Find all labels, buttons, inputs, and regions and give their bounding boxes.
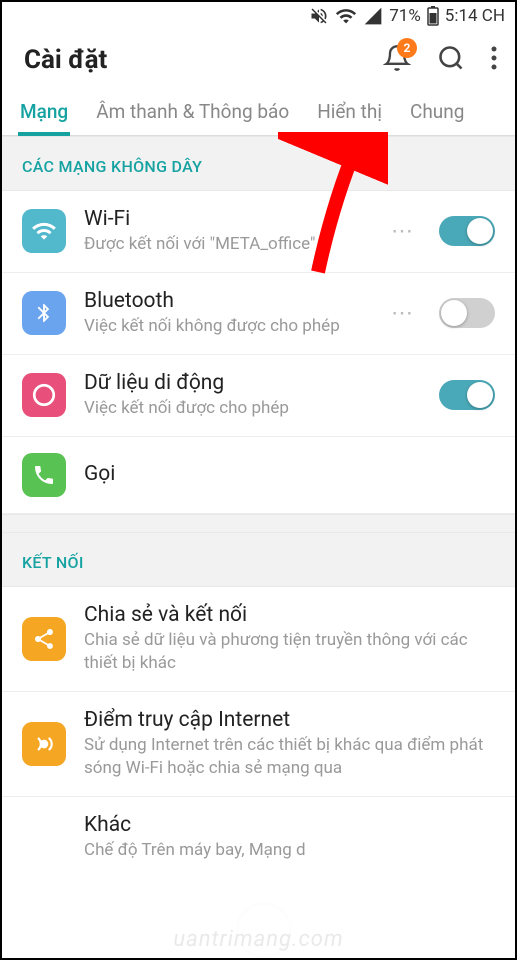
wifi-toggle[interactable] [439,216,495,246]
hotspot-sub: Sử dụng Internet trên các thiết bị khác … [84,734,495,780]
wifi-sub: Được kết nối với "META_office" [84,233,367,256]
bluetooth-item-icon [22,291,66,335]
share-sub: Chia sẻ dữ liệu và phương tiện truyền th… [84,629,495,675]
notif-badge: 2 [397,38,417,58]
other-title: Khác [84,813,495,837]
mobile-data-sub: Việc kết nối được cho phép [84,397,421,420]
status-bar: 71% 5:14 CH [2,2,515,30]
tab-display[interactable]: Hiển thị [303,90,396,135]
call-title: Gọi [84,462,495,486]
bluetooth-toggle[interactable] [439,298,495,328]
item-bluetooth[interactable]: Bluetooth Việc kết nối không được cho ph… [2,273,515,355]
section-spacer [2,514,515,532]
item-mobile-data[interactable]: Dữ liệu di động Việc kết nối được cho ph… [2,355,515,437]
mobile-data-title: Dữ liệu di động [84,371,421,395]
battery-pct: 71% [389,6,421,26]
call-item-icon [22,453,66,497]
section-connect-header: KẾT NỐI [2,532,515,587]
other-sub: Chế độ Trên máy bay, Mạng d [84,839,495,862]
tabs: Mạng Âm thanh & Thông báo Hiển thị Chung [2,90,515,136]
more-menu-button[interactable] [491,45,497,75]
hotspot-item-icon [22,722,66,766]
other-item-icon [22,815,66,859]
wifi-item-icon [22,209,66,253]
item-hotspot[interactable]: Điểm truy cập Internet Sử dụng Internet … [2,692,515,797]
notifications-button[interactable]: 2 [383,44,411,76]
header: Cài đặt 2 [2,30,515,90]
bluetooth-title: Bluetooth [84,289,367,313]
signal-icon [363,6,383,26]
battery-icon [427,6,439,26]
item-other[interactable]: Khác Chế độ Trên máy bay, Mạng d [2,797,515,862]
wifi-title: Wi-Fi [84,207,367,231]
header-actions: 2 [383,44,497,76]
share-item-icon [22,617,66,661]
tab-network[interactable]: Mạng [6,90,82,135]
page-title: Cài đặt [24,45,107,75]
wifi-more[interactable]: ⋯ [385,219,421,244]
section-wireless-header: CÁC MẠNG KHÔNG DÂY [2,136,515,191]
item-share-connect[interactable]: Chia sẻ và kết nối Chia sẻ dữ liệu và ph… [2,587,515,692]
hotspot-title: Điểm truy cập Internet [84,708,495,732]
bluetooth-more[interactable]: ⋯ [385,301,421,326]
item-wifi[interactable]: Wi-Fi Được kết nối với "META_office" ⋯ [2,191,515,273]
watermark: uantrimang.com [173,927,343,952]
bluetooth-sub: Việc kết nối không được cho phép [84,315,367,338]
search-button[interactable] [437,44,465,76]
mute-icon [309,6,329,26]
tab-sound-notif[interactable]: Âm thanh & Thông báo [82,90,303,135]
mobile-data-toggle[interactable] [439,380,495,410]
mobile-data-item-icon [22,373,66,417]
item-call[interactable]: Gọi [2,437,515,514]
share-title: Chia sẻ và kết nối [84,603,495,627]
wifi-icon [335,5,357,27]
status-time: 5:14 CH [445,6,505,26]
tab-general[interactable]: Chung [396,90,478,135]
